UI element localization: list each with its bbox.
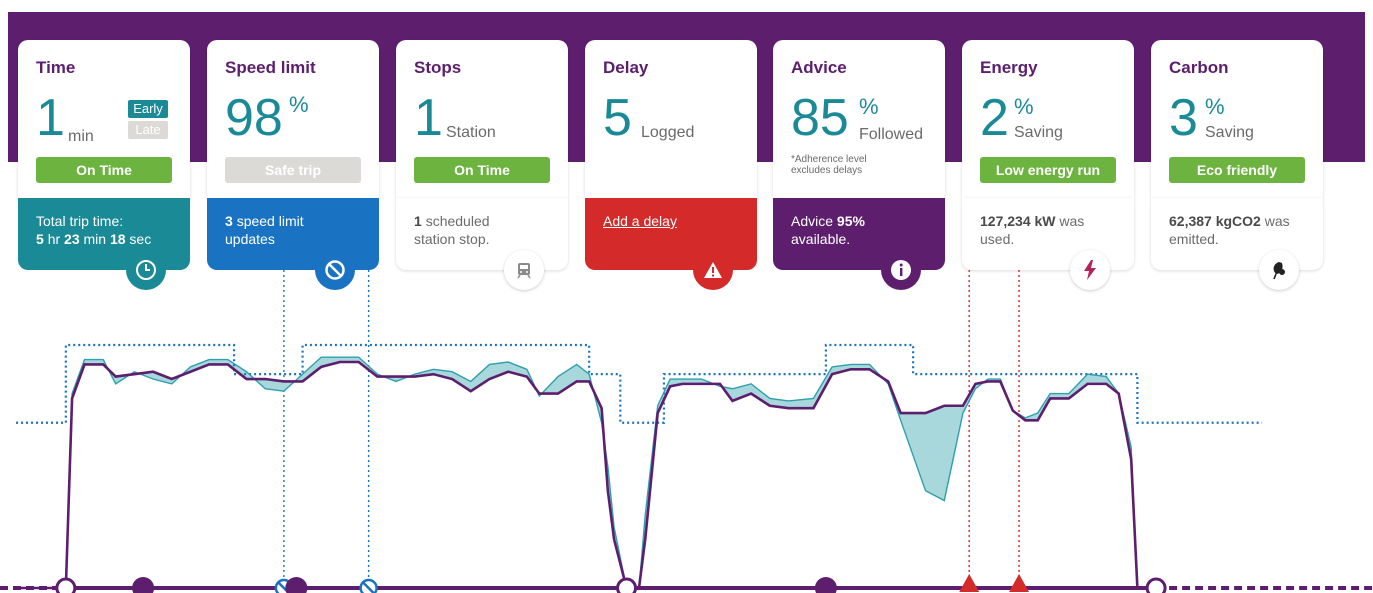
advice-available-value: 95% [836, 213, 865, 229]
carbon-unit: Saving [1205, 124, 1254, 141]
advice-unit: Followed [859, 126, 924, 143]
speed-limit-unit: % [289, 92, 309, 117]
hours-value: 5 [36, 231, 44, 247]
time-unit: min [68, 128, 94, 145]
energy-status-badge: Low energy run [980, 157, 1116, 183]
advice-footnote: *Adherence level excludes delays [791, 154, 867, 176]
carbon-unit-sup: % [1205, 94, 1225, 119]
delay-marker [1009, 574, 1030, 592]
time-detail-line2: 5 hr 23 min 18 sec [36, 230, 151, 248]
speed-limit-detail: 3 speed limit updates [225, 212, 345, 248]
carbon-title: Carbon [1169, 58, 1229, 77]
stops-card-top: Stops 1 Station On Time [396, 40, 568, 198]
speed-limit-line [16, 343, 1262, 424]
carbon-emitted-value: 62,387 kgCO2 [1169, 213, 1261, 229]
carbon-card: Carbon 3 % Saving Eco friendly 62,387 kg… [1151, 40, 1323, 290]
delay-detail-panel: Add a delay [585, 198, 757, 290]
delay-value: 5 [603, 89, 632, 147]
speed-series [0, 343, 1373, 590]
carbon-detail-panel: 62,387 kgCO2 was emitted. [1151, 198, 1323, 290]
time-card-top: Time 1 min Early Late On Time [18, 40, 190, 198]
delay-marker [959, 574, 980, 592]
minutes-unit: min [83, 231, 107, 247]
advice-title: Advice [791, 58, 847, 77]
speed-limit-card-top: Speed limit 98 % Safe trip [207, 40, 379, 198]
stops-status-badge: On Time [414, 157, 550, 183]
time-title: Time [36, 58, 76, 77]
station-marker [55, 577, 77, 593]
time-detail: Total trip time: 5 hr 23 min 18 sec [36, 212, 151, 248]
speed-profile-chart [0, 270, 1373, 593]
speed-limit-detail-panel: 3 speed limit updates [207, 198, 379, 290]
actual-speed-line [16, 360, 1157, 590]
advice-marker [814, 577, 837, 593]
energy-unit: Saving [1014, 124, 1063, 141]
hours-unit: hr [47, 231, 61, 247]
stops-detail: 1 scheduled station stop. [414, 212, 524, 248]
speed-difference-area [16, 357, 1157, 588]
minutes-value: 23 [64, 231, 80, 247]
speed-limit-card: Speed limit 98 % Safe trip 3 speed limit… [207, 40, 379, 290]
carbon-card-top: Carbon 3 % Saving Eco friendly [1151, 40, 1323, 198]
advice-marker [285, 577, 308, 593]
time-detail-line1: Total trip time: [36, 213, 124, 229]
energy-card: Energy 2 % Saving Low energy run 127,234… [962, 40, 1134, 290]
advice-marker [132, 577, 155, 593]
time-value: 1 [36, 89, 65, 147]
carbon-value: 3 [1169, 89, 1198, 147]
seconds-unit: sec [129, 231, 152, 247]
energy-card-top: Energy 2 % Saving Low energy run [962, 40, 1134, 198]
carbon-status-badge: Eco friendly [1169, 157, 1305, 183]
energy-used-value: 127,234 kW [980, 213, 1056, 229]
advice-detail-panel: Advice 95% available. [773, 198, 945, 290]
late-tag: Late [128, 121, 168, 139]
advice-detail: Advice 95% available. [791, 212, 901, 248]
advised-speed-line [16, 356, 1157, 589]
stops-card: Stops 1 Station On Time 1 scheduled stat… [396, 40, 568, 290]
early-tag: Early [128, 100, 168, 118]
advice-detail-suffix: available. [791, 231, 851, 247]
speed-limit-title: Speed limit [225, 58, 316, 77]
add-delay-link[interactable]: Add a delay [603, 212, 677, 230]
carbon-detail: 62,387 kgCO2 was emitted. [1169, 212, 1299, 248]
energy-unit-sup: % [1014, 94, 1034, 119]
stops-detail-text: scheduled station stop. [414, 213, 490, 247]
station-marker [1145, 577, 1167, 593]
time-status-badge: On Time [36, 157, 172, 183]
time-card: Time 1 min Early Late On Time Total trip… [18, 40, 190, 290]
delay-unit: Logged [641, 124, 695, 141]
speed-limit-detail-text: speed limit updates [225, 213, 304, 247]
energy-detail-panel: 127,234 kW was used. [962, 198, 1134, 290]
advice-card: Advice 85 % Followed *Adherence level ex… [773, 40, 945, 290]
advice-footnote-line2: excludes delays [791, 165, 863, 176]
speed-limit-update-count: 3 [225, 213, 233, 229]
delay-card: Delay 5 Logged Add a delay [585, 40, 757, 290]
advice-footnote-line1: *Adherence level [791, 154, 867, 165]
delay-title: Delay [603, 58, 649, 77]
energy-title: Energy [980, 58, 1038, 77]
advice-value: 85 [791, 89, 849, 147]
seconds-value: 18 [109, 231, 126, 247]
energy-value: 2 [980, 89, 1009, 147]
delay-card-top: Delay 5 Logged [585, 40, 757, 198]
event-markers [55, 574, 1167, 593]
stops-title: Stops [414, 58, 462, 77]
stops-unit: Station [446, 124, 496, 141]
stops-value: 1 [414, 89, 443, 147]
speed-limit-status-badge: Safe trip [225, 157, 361, 183]
advice-detail-prefix: Advice [791, 213, 834, 229]
speed-limit-value: 98 [225, 89, 283, 147]
station-marker [616, 577, 638, 593]
stops-count: 1 [414, 213, 422, 229]
energy-detail: 127,234 kW was used. [980, 212, 1110, 248]
stops-detail-panel: 1 scheduled station stop. [396, 198, 568, 290]
advice-card-top: Advice 85 % Followed *Adherence level ex… [773, 40, 945, 198]
advice-unit-sup: % [859, 94, 879, 119]
time-detail-panel: Total trip time: 5 hr 23 min 18 sec [18, 198, 190, 290]
